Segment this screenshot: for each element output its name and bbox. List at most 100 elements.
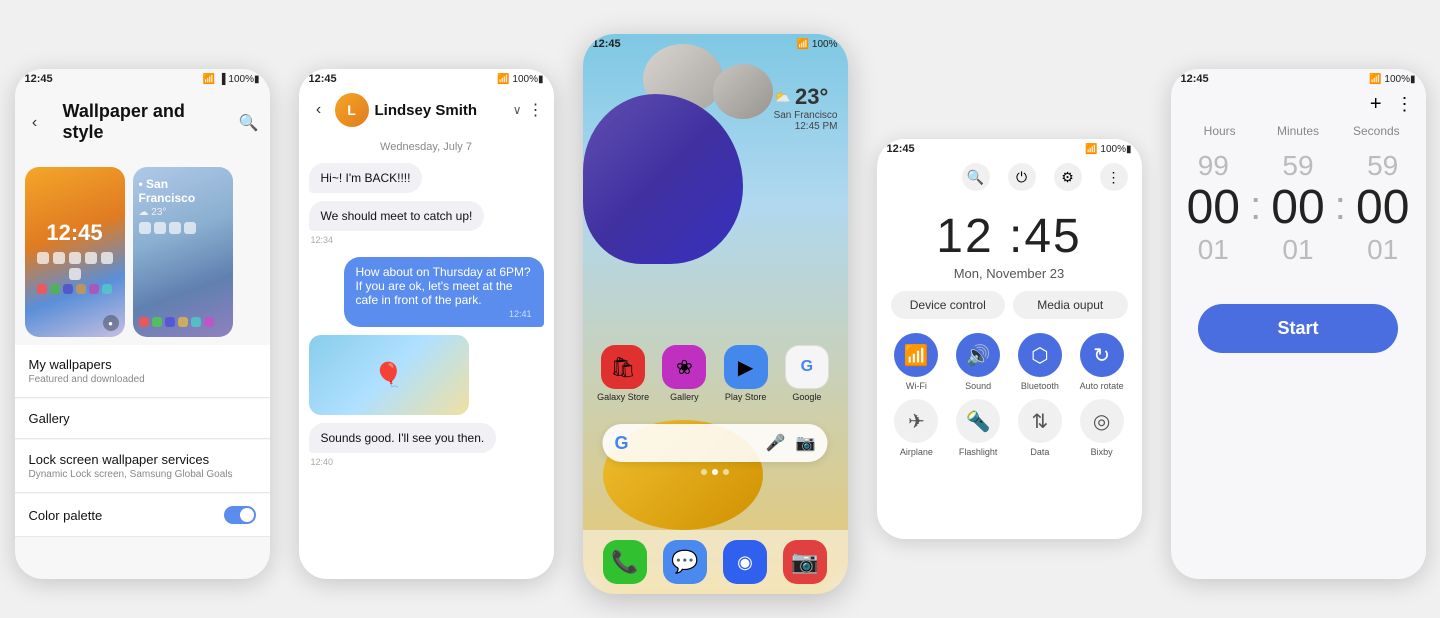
- status-bar-1: 12:45 📶 ▐ 100%▮: [15, 69, 270, 89]
- menu-color-palette[interactable]: Color palette: [15, 494, 270, 537]
- status-bar-5: 12:45 📶 100%▮: [1171, 69, 1426, 89]
- more-qs-icon[interactable]: ⋮: [1100, 163, 1128, 191]
- msg-3: How about on Thursday at 6PM? If you are…: [344, 257, 544, 327]
- quick-settings-panel: 12:45 📶 100%▮ 🔍 ⏻ ⚙ ⋮ 12 :45 Mon, Novemb…: [877, 139, 1142, 539]
- thumb-clock-1: 12:45: [46, 220, 102, 246]
- qs-date: Mon, November 23: [877, 266, 1142, 281]
- airplane-label: Airplane: [900, 447, 933, 457]
- bixby-tile[interactable]: ◎ Bixby: [1076, 399, 1128, 457]
- seconds-label: Seconds: [1337, 124, 1415, 138]
- bluetooth-tile[interactable]: ⬡ Bluetooth: [1014, 333, 1066, 391]
- wifi-tile-label: Wi-Fi: [906, 381, 927, 391]
- flashlight-label: Flashlight: [959, 447, 998, 457]
- msg-5: Sounds good. I'll see you then.: [309, 423, 497, 453]
- date-divider: Wednesday, July 7: [299, 141, 554, 153]
- airplane-tile[interactable]: ✈ Airplane: [891, 399, 943, 457]
- qs-tiles-row1: 📶 Wi-Fi 🔊 Sound ⬡ Bluetooth ↻ Auto rotat…: [877, 327, 1142, 399]
- thumb2-weather: ☁ 23°: [139, 207, 167, 218]
- google-g-icon: G: [615, 433, 629, 454]
- dot-2: [712, 469, 718, 475]
- wallpaper-thumb-1[interactable]: 12:45 ●: [25, 167, 125, 337]
- back-icon-1[interactable]: ‹: [25, 113, 45, 133]
- wallpaper-thumb-2[interactable]: • San Francisco ☁ 23°: [133, 167, 233, 337]
- weather-temp: 23°: [795, 84, 828, 110]
- menu-gallery[interactable]: Gallery: [15, 399, 270, 439]
- separator-1: :: [1250, 184, 1261, 229]
- qs-tiles-row2: ✈ Airplane 🔦 Flashlight ⇅ Data ◎ Bixby: [877, 399, 1142, 465]
- seconds-mid: 00: [1356, 184, 1409, 232]
- app-galaxy-store[interactable]: 🛍 Galaxy Store: [597, 345, 650, 402]
- wallpaper-header: ‹ Wallpaper and style 🔍: [15, 89, 270, 159]
- google-label: Google: [792, 392, 821, 402]
- search-icon-1[interactable]: 🔍: [238, 112, 260, 134]
- search-qs-icon[interactable]: 🔍: [962, 163, 990, 191]
- device-control-tab[interactable]: Device control: [891, 291, 1006, 319]
- camera-dock-icon[interactable]: 📷: [783, 540, 827, 584]
- qs-time: 12 :45: [877, 209, 1142, 264]
- status-time-5: 12:45: [1181, 73, 1209, 85]
- airplane-icon: ✈: [894, 399, 938, 443]
- lens-icon[interactable]: 📷: [796, 433, 816, 453]
- media-output-tab[interactable]: Media ouput: [1013, 291, 1128, 319]
- hours-top: 99: [1198, 150, 1229, 182]
- flashlight-icon: 🔦: [956, 399, 1000, 443]
- seconds-bot: 01: [1367, 234, 1398, 266]
- timer-col-hours[interactable]: 99 00 01: [1181, 150, 1247, 266]
- wifi-icon-1: 📶: [203, 74, 215, 85]
- start-button[interactable]: Start: [1198, 304, 1398, 353]
- menu-my-wallpapers[interactable]: My wallpapers Featured and downloaded: [15, 345, 270, 398]
- samsung-dock-icon[interactable]: ◉: [723, 540, 767, 584]
- bixby-icon: ◎: [1080, 399, 1124, 443]
- timer-col-seconds[interactable]: 59 00 01: [1350, 150, 1416, 266]
- more-icon[interactable]: ⋮: [528, 100, 544, 120]
- wallpaper-title: Wallpaper and style: [53, 95, 230, 151]
- google-icon: G: [785, 345, 829, 389]
- app-gallery[interactable]: ❀ Gallery: [658, 345, 711, 402]
- weather-location: San Francisco: [774, 110, 838, 121]
- wifi-tile-icon: 📶: [894, 333, 938, 377]
- status-icons-5: 📶 100%▮: [1369, 74, 1416, 85]
- gallery-icon: ❀: [662, 345, 706, 389]
- more-timer-icon[interactable]: ⋮: [1396, 94, 1414, 115]
- gallery-label: Gallery: [670, 392, 699, 402]
- search-bar[interactable]: G 🎤 📷: [603, 424, 828, 462]
- flashlight-tile[interactable]: 🔦 Flashlight: [952, 399, 1004, 457]
- color-palette-toggle[interactable]: [224, 506, 256, 524]
- msg-time-2: 12:34: [311, 235, 334, 245]
- power-qs-icon[interactable]: ⏻: [1008, 163, 1036, 191]
- msg-time-5: 12:40: [311, 457, 334, 467]
- add-timer-icon[interactable]: +: [1370, 93, 1382, 116]
- sound-tile[interactable]: 🔊 Sound: [952, 333, 1004, 391]
- qs-tabs: Device control Media ouput: [877, 283, 1142, 327]
- galaxy-store-label: Galaxy Store: [597, 392, 649, 402]
- status-time-2: 12:45: [309, 73, 337, 85]
- wifi-tile[interactable]: 📶 Wi-Fi: [891, 333, 943, 391]
- phone-dock-icon[interactable]: 📞: [603, 540, 647, 584]
- home-dock: 📞 💬 ◉ 📷: [583, 530, 848, 594]
- settings-qs-icon[interactable]: ⚙: [1054, 163, 1082, 191]
- mic-icon[interactable]: 🎤: [766, 433, 786, 453]
- data-tile[interactable]: ⇅ Data: [1014, 399, 1066, 457]
- autorotate-tile[interactable]: ↻ Auto rotate: [1076, 333, 1128, 391]
- menu-lock-screen[interactable]: Lock screen wallpaper services Dynamic L…: [15, 440, 270, 493]
- app-play-store[interactable]: ▶ Play Store: [719, 345, 772, 402]
- messages-panel: 12:45 📶 100%▮ ‹ L Lindsey Smith ∨ ⋮ Wedn…: [299, 69, 554, 579]
- weather-icon: ⛅: [774, 89, 791, 106]
- home-app-grid: 🛍 Galaxy Store ❀ Gallery ▶ Play Store G …: [583, 337, 848, 410]
- timer-panel: 12:45 📶 100%▮ + ⋮ Hours Minutes Seconds …: [1171, 69, 1426, 579]
- chevron-icon[interactable]: ∨: [513, 103, 522, 117]
- contact-name: Lindsey Smith: [375, 102, 507, 119]
- back-icon-2[interactable]: ‹: [309, 100, 329, 120]
- app-google[interactable]: G Google: [780, 345, 833, 402]
- qs-top-icons: 🔍 ⏻ ⚙ ⋮: [877, 159, 1142, 199]
- hours-mid: 00: [1187, 184, 1240, 232]
- autorotate-tile-label: Auto rotate: [1080, 381, 1124, 391]
- wifi-icon-2: 📶: [497, 74, 509, 85]
- timer-col-minutes[interactable]: 59 00 01: [1265, 150, 1331, 266]
- bluetooth-tile-icon: ⬡: [1018, 333, 1062, 377]
- galaxy-store-icon: 🛍: [601, 345, 645, 389]
- messages-dock-icon[interactable]: 💬: [663, 540, 707, 584]
- data-label: Data: [1030, 447, 1049, 457]
- home-decorations: ⛅ 23° San Francisco 12:45 PM 🛍 Galaxy St…: [583, 54, 848, 530]
- wifi-icon-3: 📶: [796, 39, 808, 50]
